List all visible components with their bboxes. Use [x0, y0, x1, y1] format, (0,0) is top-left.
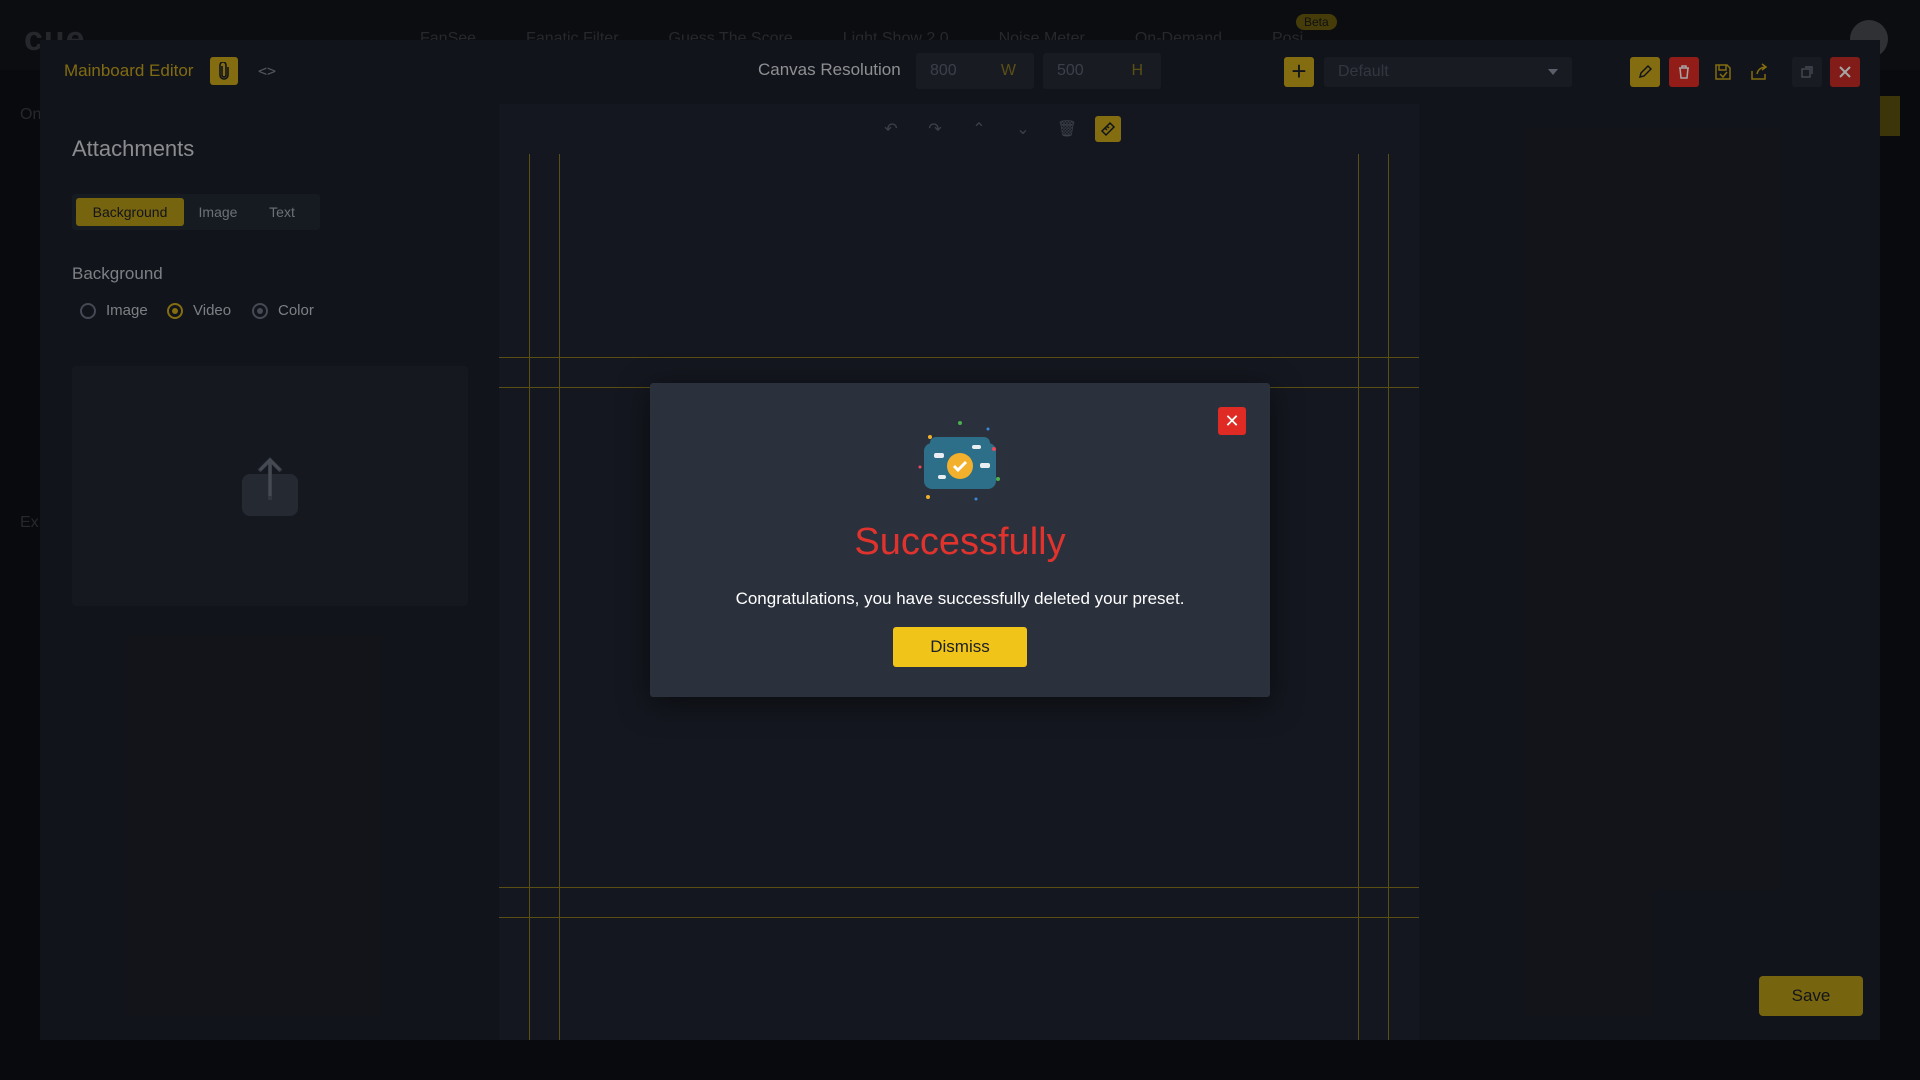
success-illustration-icon: [918, 421, 1000, 501]
close-icon: ✕: [1224, 411, 1240, 431]
dismiss-button[interactable]: Dismiss: [893, 627, 1027, 667]
modal-overlay: ✕ Successfully Congratulations, you have…: [0, 0, 1920, 1080]
success-dialog: ✕ Successfully Congratulations, you have…: [650, 383, 1270, 697]
dialog-message: Congratulations, you have successfully d…: [735, 589, 1185, 608]
dialog-close-button[interactable]: ✕: [1218, 407, 1246, 435]
dialog-title: Successfully: [854, 521, 1066, 563]
